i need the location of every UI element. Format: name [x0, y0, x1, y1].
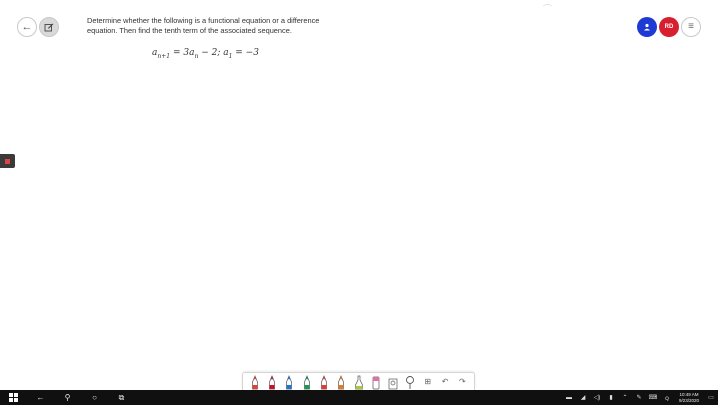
problem-line-2: equation. Then find the tenth term of th… — [87, 26, 292, 35]
pen-tray-icon[interactable]: ✎ — [632, 390, 646, 405]
language-icon[interactable]: ꞯ — [660, 390, 674, 405]
shapes-icon — [388, 378, 398, 390]
arrow-left-icon: ← — [36, 393, 45, 402]
task-view-icon: ⧉ — [118, 392, 125, 402]
user-profile-button[interactable] — [637, 17, 657, 37]
menu-button[interactable]: ≡ — [681, 17, 701, 37]
cortana-button[interactable]: ○ — [81, 390, 108, 405]
add-image-button[interactable]: ⊞ — [419, 373, 436, 390]
pen-icon — [303, 375, 310, 390]
tool-eraser-8[interactable] — [367, 373, 384, 390]
circle-icon: ○ — [92, 393, 97, 402]
lasso-icon — [406, 376, 415, 389]
notification-chevron-icon[interactable]: ⌃ — [618, 390, 632, 405]
pen-icon — [321, 375, 327, 390]
microphone-icon[interactable]: ▮ — [604, 390, 618, 405]
action-center-icon[interactable]: ▭ — [704, 390, 718, 405]
tool-pen-4[interactable] — [298, 373, 315, 390]
pen-icon — [338, 375, 345, 390]
drawing-toolbar: ⊞ ↶ ↷ — [242, 372, 475, 390]
pen-icon — [251, 375, 258, 390]
pen-icon — [286, 375, 293, 390]
add-box-icon: ⊞ — [424, 377, 432, 386]
user-initials-avatar[interactable]: RD — [659, 17, 679, 37]
volume-icon[interactable]: ◁) — [590, 390, 604, 405]
wifi-icon[interactable]: ◢ — [576, 390, 590, 405]
tool-pen-6[interactable] — [333, 373, 350, 390]
back-button[interactable]: ← — [17, 17, 37, 37]
pencil-square-icon — [44, 23, 54, 32]
tool-shapes-9[interactable] — [385, 373, 402, 390]
battery-icon[interactable]: ▬ — [562, 390, 576, 405]
tool-pen-1[interactable] — [246, 373, 263, 390]
clock-date: 9/23/2020 — [678, 397, 700, 403]
tool-highlighter-7[interactable] — [350, 373, 367, 390]
eraser-icon — [372, 376, 380, 390]
hamburger-icon: ≡ — [688, 21, 694, 32]
highlighter-icon — [354, 375, 363, 390]
tool-lasso-10[interactable] — [402, 373, 419, 390]
undo-button[interactable]: ↶ — [436, 373, 453, 390]
subscript-n-plus-1: n+1 — [157, 52, 171, 60]
keyboard-icon[interactable]: ⌨ — [646, 390, 660, 405]
taskbar-clock[interactable]: 10:49 AM 9/23/2020 — [674, 392, 704, 403]
redo-button[interactable]: ↷ — [454, 373, 471, 390]
pen-icon — [269, 375, 275, 390]
taskbar-search-button[interactable]: ⚲ — [54, 390, 81, 405]
square-icon — [5, 158, 10, 164]
windows-taskbar: ← ⚲ ○ ⧉ ▬ ◢ ◁) ▮ ⌃ ✎ ⌨ ꞯ 10:49 AM 9/23/2… — [0, 390, 718, 405]
redo-icon: ↷ — [459, 377, 466, 386]
start-button[interactable] — [0, 390, 27, 405]
tool-pen-2[interactable] — [263, 373, 280, 390]
problem-line-1: Determine whether the following is a fun… — [87, 16, 320, 25]
edit-button[interactable] — [39, 17, 59, 37]
person-icon — [644, 23, 650, 31]
faint-scribble-icon: ⌒ — [543, 4, 553, 14]
problem-statement: Determine whether the following is a fun… — [87, 16, 347, 36]
side-panel-toggle[interactable] — [0, 154, 15, 168]
tool-pen-5[interactable] — [315, 373, 332, 390]
recurrence-equation: an+1 = 3an − 2; a1 = −3 — [152, 48, 259, 60]
undo-icon: ↶ — [441, 377, 449, 386]
taskbar-back-button[interactable]: ← — [27, 390, 54, 405]
arrow-left-icon: ← — [21, 20, 33, 33]
task-view-button[interactable]: ⧉ — [108, 390, 135, 405]
search-icon: ⚲ — [64, 393, 71, 402]
tool-pen-3[interactable] — [281, 373, 298, 390]
system-tray: ▬ ◢ ◁) ▮ ⌃ ✎ ⌨ ꞯ 10:49 AM 9/23/2020 ▭ — [562, 390, 718, 405]
windows-logo-icon — [9, 393, 18, 402]
whiteboard-canvas[interactable]: ← Determine whether the following is a f… — [0, 0, 718, 390]
